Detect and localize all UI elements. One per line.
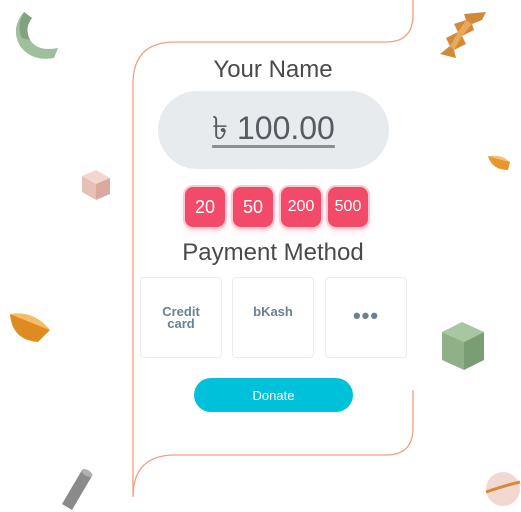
preset-amount-button[interactable]: 200: [281, 187, 321, 227]
payment-method-label: Credit card: [162, 303, 200, 331]
payment-method-title: Payment Method: [182, 239, 364, 266]
preset-amount-button[interactable]: 500: [328, 187, 368, 227]
payment-method-bkash[interactable]: bKash: [232, 277, 314, 358]
payment-method-label: bKash: [253, 304, 293, 319]
amount-value[interactable]: ৳ 100.00: [212, 103, 335, 157]
green-cube-shape-icon: [442, 322, 484, 370]
gold-spring-shape-icon: [440, 12, 486, 58]
amount-field[interactable]: ৳ 100.00: [158, 91, 389, 169]
green-arc-shape-icon: [15, 12, 58, 59]
payment-method-credit-card[interactable]: Credit card: [140, 277, 222, 358]
gold-bowl-small-icon: [488, 155, 510, 170]
preset-amount-button[interactable]: 50: [233, 187, 273, 227]
donate-button[interactable]: Donate: [194, 378, 353, 412]
pink-cube-shape-icon: [82, 170, 110, 200]
gray-cylinder-shape-icon: [62, 469, 93, 510]
payment-method-more[interactable]: •••: [325, 277, 407, 358]
preset-amount-button[interactable]: 20: [185, 187, 225, 227]
donor-name-title: Your Name: [213, 56, 333, 83]
more-options-icon: •••: [352, 302, 380, 328]
pink-sphere-shape-icon: [485, 472, 521, 506]
gold-bowl-large-icon: [10, 313, 50, 342]
